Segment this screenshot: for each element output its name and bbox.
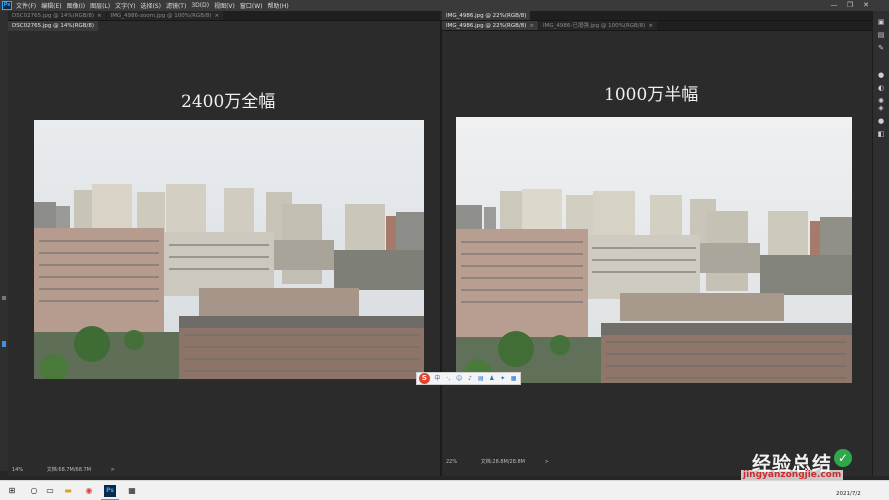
taskbar: ⊞ ○ ▭ ▬ ◉ Ps ▦ 2021/7/2 (0, 480, 889, 500)
menu-edit[interactable]: 编辑(E) (41, 1, 61, 10)
tab-label: IMG_4986-已增强.jpg @ 100%(RGB/8) (542, 23, 646, 29)
ime-tools-icon[interactable]: ✦ (498, 374, 507, 383)
ime-voice-icon[interactable]: ♪ (466, 374, 475, 383)
ime-toolbar: S 中 ·, ☺ ♪ ▤ ♟ ✦ ▦ (416, 372, 521, 385)
left-status-arrow-icon[interactable]: > (111, 467, 115, 473)
right-doc-label: IMG_4986.jpg @ 22%(RGB/8) (442, 11, 531, 20)
close-button[interactable]: ✕ (859, 0, 873, 11)
tab-label: DSC02765.jpg @ 14%(RGB/8) (12, 13, 95, 19)
right-panel-dock: ▣ ▤ ✎ ● ◐ ✺ ◈ ● ◧ (872, 11, 889, 476)
photoshop-taskbar-icon[interactable]: Ps (104, 485, 116, 497)
menu-help[interactable]: 帮助(H) (268, 1, 289, 10)
chrome-icon[interactable]: ◉ (83, 485, 95, 497)
ime-keyboard-icon[interactable]: ▤ (476, 374, 485, 383)
left-photo-canvas[interactable] (34, 120, 424, 379)
app-taskbar-icon[interactable]: ▦ (126, 485, 138, 497)
color-icon[interactable]: ● (877, 71, 885, 79)
tab-img4986[interactable]: IMG_4986.jpg @ 22%(RGB/8) × (442, 21, 538, 30)
right-photo-canvas[interactable] (456, 117, 852, 383)
layers-icon[interactable]: ◈ (877, 104, 885, 112)
menu-3d[interactable]: 3D(D) (191, 2, 209, 9)
watermark-url: jingyanzongjie.com (741, 470, 844, 480)
channels-icon[interactable]: ● (877, 117, 885, 125)
menu-window[interactable]: 窗口(W) (240, 1, 263, 10)
city-photo-left (34, 120, 424, 379)
left-document-title: 2400万全幅 (181, 92, 276, 112)
ime-emoji-icon[interactable]: ☺ (455, 374, 464, 383)
search-icon[interactable]: ○ (28, 485, 40, 497)
tab-dsc02765-active[interactable]: DSC02765.jpg @ 14%(RGB/8) (8, 21, 99, 31)
tools-panel (0, 11, 8, 471)
ime-skin-icon[interactable]: ♟ (487, 374, 496, 383)
history-icon[interactable]: ▣ (877, 18, 885, 26)
right-status-arrow-icon[interactable]: > (545, 459, 549, 465)
tab-dsc02765[interactable]: DSC02765.jpg @ 14%(RGB/8) × (8, 11, 106, 20)
close-tab-icon[interactable]: × (648, 23, 653, 29)
right-status-bar: 22% 文档:28.8M/28.8M > (446, 458, 646, 466)
close-tab-icon[interactable]: × (529, 23, 534, 29)
watermark-check-icon: ✓ (834, 449, 852, 467)
tool-handle-icon[interactable] (2, 296, 6, 300)
start-icon[interactable]: ⊞ (6, 485, 18, 497)
menu-bar: Ps 文件(F) 编辑(E) 图像(I) 图层(L) 文字(Y) 选择(S) 滤… (0, 0, 889, 11)
sogou-logo-icon[interactable]: S (419, 373, 430, 384)
restore-button[interactable]: ❐ (843, 0, 857, 11)
close-tab-icon[interactable]: × (97, 13, 102, 19)
photoshop-logo-icon: Ps (2, 1, 12, 10)
ime-chinese-mode-icon[interactable]: 中 (433, 374, 442, 383)
adjustments-icon[interactable]: ◐ (877, 84, 885, 92)
menu-filter[interactable]: 滤镜(T) (166, 1, 186, 10)
ime-punctuation-icon[interactable]: ·, (444, 374, 453, 383)
brush-settings-icon[interactable]: ✎ (877, 44, 885, 52)
file-explorer-icon[interactable]: ▬ (62, 485, 74, 497)
right-zoom-level[interactable]: 22% (446, 459, 457, 465)
left-tab-bar: DSC02765.jpg @ 14%(RGB/8) × IMG_4986-zoom… (8, 11, 440, 21)
left-zoom-level[interactable]: 14% (12, 467, 23, 473)
close-tab-icon[interactable]: × (214, 13, 219, 19)
tab-label: IMG_4986-zoom.jpg @ 100%(RGB/8) (110, 13, 212, 19)
menu-type[interactable]: 文字(Y) (115, 1, 135, 10)
menu-layer[interactable]: 图层(L) (90, 1, 110, 10)
menu-view[interactable]: 视图(V) (214, 1, 235, 10)
left-doc-size: 文档:68.7M/68.7M (46, 467, 91, 473)
properties-icon[interactable]: ▤ (877, 31, 885, 39)
minimize-button[interactable]: — (827, 0, 841, 11)
city-photo-right (456, 117, 852, 383)
left-doc-header: DSC02765.jpg @ 14%(RGB/8) (8, 21, 440, 31)
right-document-title: 1000万半幅 (604, 85, 699, 105)
left-status-bar: 14% 文档:68.7M/68.7M > (12, 466, 212, 474)
tab-img4986-enhanced[interactable]: IMG_4986-已增强.jpg @ 100%(RGB/8) × (538, 21, 657, 30)
task-view-icon[interactable]: ▭ (44, 485, 56, 497)
menu-image[interactable]: 图像(I) (67, 1, 85, 10)
right-doc-header: IMG_4986.jpg @ 22%(RGB/8) (442, 11, 872, 21)
clock-date[interactable]: 2021/7/2 (836, 491, 861, 497)
menu-select[interactable]: 选择(S) (140, 1, 161, 10)
paths-icon[interactable]: ◧ (877, 130, 885, 138)
right-doc-size: 文档:28.8M/28.8M (480, 459, 525, 465)
right-tab-bar: IMG_4986.jpg @ 22%(RGB/8) × IMG_4986-已增强.… (442, 21, 872, 31)
tab-label: IMG_4986.jpg @ 22%(RGB/8) (446, 23, 527, 29)
tab-img4986-zoom[interactable]: IMG_4986-zoom.jpg @ 100%(RGB/8) × (106, 11, 224, 20)
ime-menu-icon[interactable]: ▦ (509, 374, 518, 383)
menu-file[interactable]: 文件(F) (16, 1, 36, 10)
tool-indicator-icon[interactable] (2, 341, 6, 347)
